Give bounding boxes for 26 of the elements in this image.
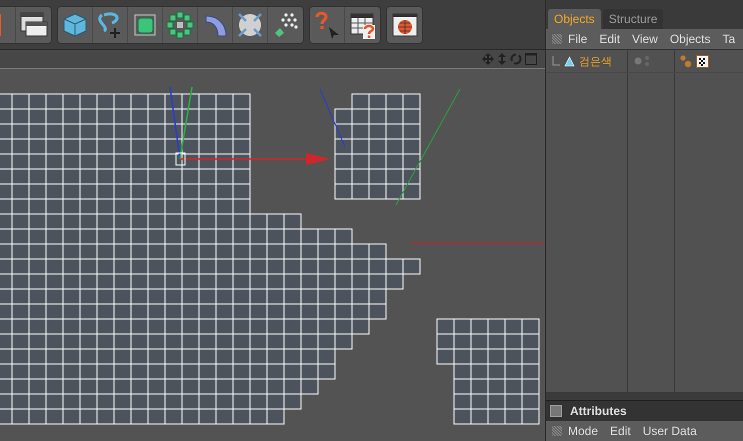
panel-tab[interactable]: Objects [548,9,601,29]
panel-tab[interactable]: Structure [602,9,664,29]
menu-item[interactable]: Ta [722,32,736,46]
cube-icon [62,12,88,38]
menu-item[interactable]: View [632,32,658,46]
panel-title: Attributes [570,404,627,418]
visibility-dots-icon[interactable] [634,55,650,67]
menu-item[interactable]: Objects [670,32,711,46]
menu-item[interactable]: Mode [568,424,598,438]
menu-item[interactable]: File [568,32,588,46]
menu-item[interactable]: Edit [599,32,620,46]
table-help-icon [348,10,376,38]
help-pointer-icon [313,10,341,38]
globe-window-icon [392,12,418,38]
object-name[interactable]: 검은색 [579,54,612,68]
array-icon [166,10,194,38]
tree-line-icon [552,56,560,66]
checker-tag-icon[interactable] [696,54,709,68]
light-icon [564,56,575,66]
grip-icon [552,426,562,436]
menu-item[interactable]: Edit [610,424,631,438]
panel-square-icon [550,405,562,417]
grip-icon [552,34,562,44]
clapper-icon [20,12,48,38]
menu-item[interactable]: User Data [642,424,697,438]
expand-arrows-icon [236,10,264,38]
